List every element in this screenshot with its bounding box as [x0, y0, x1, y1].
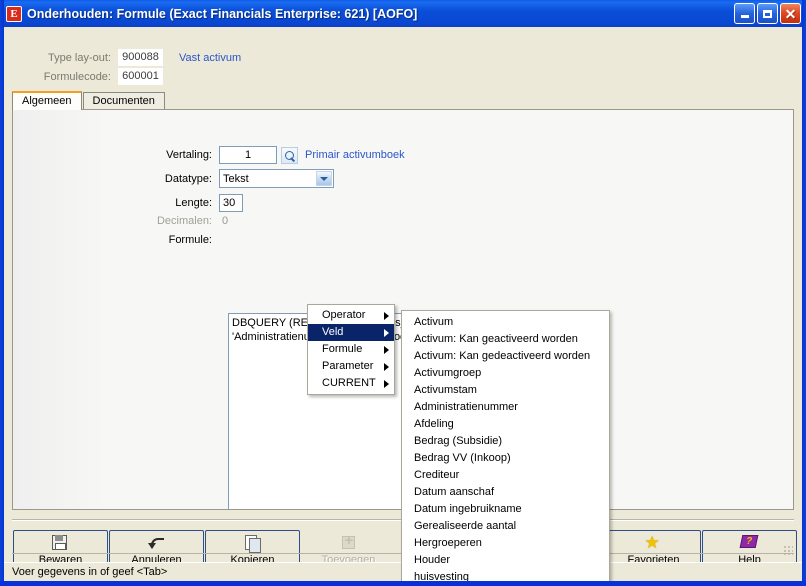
context-menu-item-label: Veld [322, 326, 343, 338]
window-border-right [802, 0, 806, 586]
context-menu-item-label: Parameter [322, 360, 373, 372]
vertaling-label: Vertaling: [123, 149, 219, 161]
maximize-button[interactable] [757, 3, 778, 24]
submenu-item[interactable]: Activum [402, 314, 609, 331]
submenu-item[interactable]: Bedrag VV (Inkoop) [402, 450, 609, 467]
datatype-label: Datatype: [123, 173, 219, 185]
context-menu-item-label: Formule [322, 343, 362, 355]
datatype-select[interactable]: Tekst [219, 169, 334, 188]
formulecode-label: Formulecode: [32, 71, 118, 83]
formule-row: Formule: [123, 234, 219, 246]
star-icon: ★ [645, 535, 663, 551]
copy-icon [244, 535, 262, 551]
context-menu-item-label: Operator [322, 309, 365, 321]
submenu-arrow-icon [384, 329, 389, 337]
lengte-label: Lengte: [123, 197, 219, 209]
lengte-row: Lengte: 30 [123, 194, 243, 212]
formule-label: Formule: [123, 234, 219, 246]
submenu-arrow-icon [384, 346, 389, 354]
datatype-row: Datatype: Tekst [123, 169, 334, 188]
magnifier-icon[interactable] [281, 147, 298, 164]
title-bar[interactable]: E Onderhouden: Formule (Exact Financials… [0, 0, 806, 27]
submenu-item[interactable]: Administratienummer [402, 399, 609, 416]
context-menu-item-veld[interactable]: Veld [308, 324, 394, 341]
context-menu-item-operator[interactable]: Operator [308, 307, 394, 324]
tab-algemeen[interactable]: Algemeen [12, 91, 82, 110]
client-area: Type lay-out: 900088 Vast activum Formul… [4, 27, 802, 581]
formulecode-row: Formulecode: 600001 [32, 68, 163, 85]
type-layout-value: 900088 [118, 49, 163, 66]
decimalen-value: 0 [219, 215, 228, 227]
submenu-item[interactable]: Afdeling [402, 416, 609, 433]
maximize-icon [763, 10, 772, 18]
formulecode-value: 600001 [118, 68, 163, 85]
submenu-item[interactable]: huisvesting [402, 569, 609, 581]
submenu-item[interactable]: Datum ingebruikname [402, 501, 609, 518]
save-icon [52, 535, 70, 551]
context-menu: Operator Veld Formule Parameter CURRENT [307, 304, 395, 395]
submenu-item[interactable]: Datum aanschaf [402, 484, 609, 501]
datatype-selected-value: Tekst [223, 173, 249, 185]
veld-submenu: Activum Activum: Kan geactiveerd worden … [401, 310, 610, 581]
vast-activum-link[interactable]: Vast activum [179, 52, 241, 64]
window-controls: ✕ [734, 3, 801, 24]
context-menu-item-current[interactable]: CURRENT [308, 375, 394, 392]
submenu-arrow-icon [384, 363, 389, 371]
tab-strip: Algemeen Documenten [12, 92, 794, 109]
help-book-icon: ? [741, 535, 759, 551]
submenu-item[interactable]: Crediteur [402, 467, 609, 484]
undo-icon [148, 535, 166, 551]
status-message: Voer gegevens in of geef <Tab> [12, 566, 167, 578]
vertaling-input[interactable]: 1 [219, 146, 277, 164]
window-title: Onderhouden: Formule (Exact Financials E… [27, 7, 417, 21]
exact-app-icon: E [6, 6, 22, 22]
tab-documenten[interactable]: Documenten [83, 92, 165, 109]
window-border-bottom [0, 581, 806, 586]
header-fields: Type lay-out: 900088 Vast activum Formul… [4, 27, 802, 89]
lengte-input[interactable]: 30 [219, 194, 243, 212]
submenu-item[interactable]: Gerealiseerde aantal [402, 518, 609, 535]
chevron-down-icon[interactable] [316, 171, 332, 186]
minimize-button[interactable] [734, 3, 755, 24]
application-window: E Onderhouden: Formule (Exact Financials… [0, 0, 806, 586]
minimize-icon [741, 15, 749, 18]
resize-grip[interactable] [783, 545, 793, 555]
close-button[interactable]: ✕ [780, 3, 801, 24]
submenu-item[interactable]: Activum: Kan geactiveerd worden [402, 331, 609, 348]
submenu-item[interactable]: Houder [402, 552, 609, 569]
submenu-item[interactable]: Activum: Kan gedeactiveerd worden [402, 348, 609, 365]
submenu-item[interactable]: Bedrag (Subsidie) [402, 433, 609, 450]
submenu-arrow-icon [384, 380, 389, 388]
plus-icon [340, 535, 358, 551]
submenu-arrow-icon [384, 312, 389, 320]
decimalen-label: Decimalen: [123, 215, 219, 227]
vertaling-row: Vertaling: 1 Primair activumboek [123, 146, 405, 164]
close-icon: ✕ [785, 8, 797, 20]
type-layout-label: Type lay-out: [32, 52, 118, 64]
primair-activumboek-link[interactable]: Primair activumboek [305, 149, 405, 161]
context-menu-item-label: CURRENT [322, 377, 376, 389]
submenu-item[interactable]: Activumstam [402, 382, 609, 399]
decimalen-row: Decimalen: 0 [123, 215, 228, 227]
context-menu-item-formule[interactable]: Formule [308, 341, 394, 358]
submenu-item[interactable]: Hergroeperen [402, 535, 609, 552]
context-menu-item-parameter[interactable]: Parameter [308, 358, 394, 375]
submenu-item[interactable]: Activumgroep [402, 365, 609, 382]
type-layout-row: Type lay-out: 900088 Vast activum [32, 49, 241, 66]
